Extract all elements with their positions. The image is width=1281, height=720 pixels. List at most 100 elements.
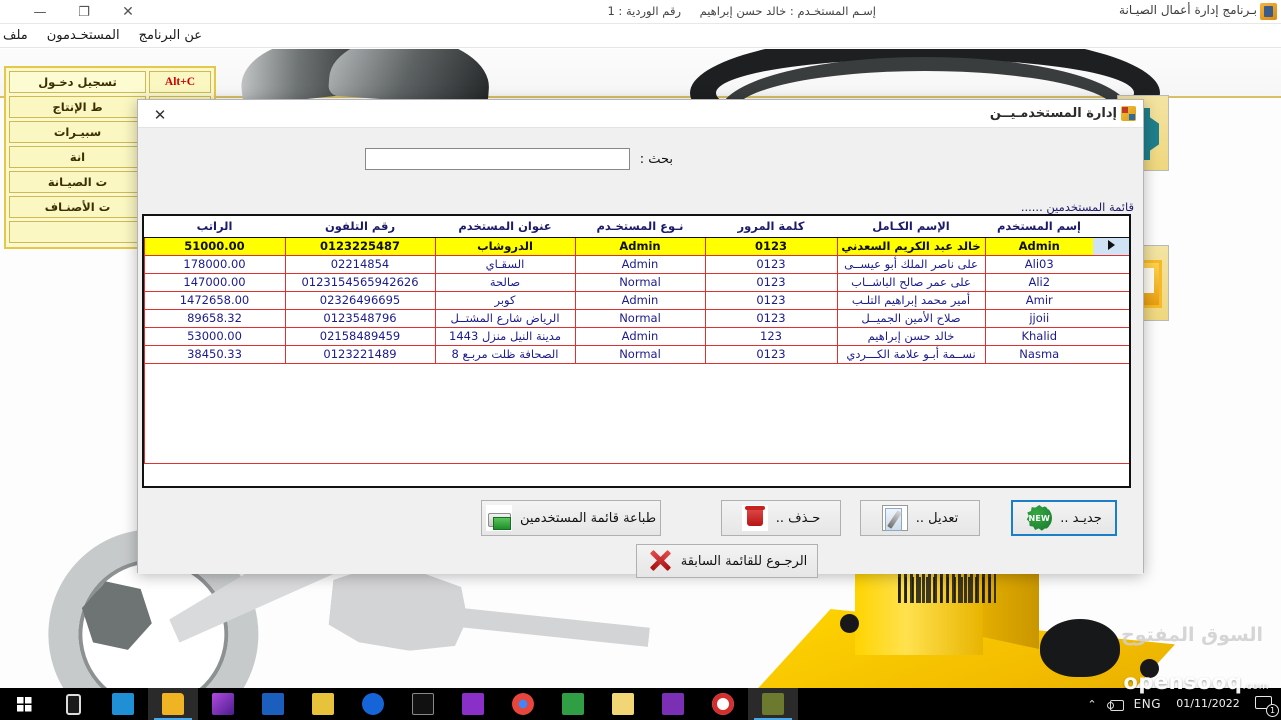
table-row[interactable]: Admin خالد عبد الكريم السعدني 0123 Admin… (144, 237, 1129, 256)
chrome-icon (512, 693, 534, 715)
show-hidden-icons-icon[interactable]: ⌃ (1087, 698, 1096, 711)
notepad-icon (612, 693, 634, 715)
cell-username: Ali2 (984, 273, 1093, 292)
taskbar-item-notepad[interactable] (598, 688, 648, 720)
taskbar-item-task-view[interactable] (48, 688, 98, 720)
taskbar-item-word[interactable] (248, 688, 298, 720)
cell-salary: 147000.00 (144, 273, 285, 292)
cell-username: jjoii (984, 309, 1093, 328)
cell-salary: 89658.32 (144, 309, 285, 328)
search-input[interactable] (364, 148, 630, 170)
row-selector-cell[interactable] (1093, 309, 1129, 328)
table-row[interactable]: Khalid خالد حسن إبراهيم 123 Admin مدينة … (144, 327, 1129, 346)
minimize-icon[interactable]: — (18, 0, 62, 24)
printer-icon (485, 505, 512, 531)
task-view-icon (65, 693, 81, 715)
row-selector-cell[interactable] (1093, 327, 1129, 346)
shortcut-label-maintenance: انة (9, 146, 146, 168)
dialog-titlebar: إدارة المستخدمـيــن ✕ (138, 100, 1143, 128)
notification-center-icon[interactable]: 1 (1255, 693, 1279, 717)
shortcut-row-login[interactable]: Alt+C تسجيل دخـول (9, 71, 211, 93)
shortcut-label-production: ط الإنتاج (9, 96, 146, 118)
clock[interactable]: 01/11/2022 (1171, 697, 1245, 711)
dialog-body: بحث : قائمة المستخدمين ...... إسم المستخ… (138, 128, 1143, 578)
recorder-icon (712, 693, 734, 715)
grid-header-selector (1093, 216, 1129, 238)
grid-header-username[interactable]: إسم المستخدم (985, 216, 1093, 238)
dialog-window-icon (1121, 106, 1136, 121)
close-icon[interactable]: ✕ (106, 0, 150, 24)
shortcut-label-reports (9, 221, 146, 243)
back-button[interactable]: الرجـوع للقائمة السابقة (636, 544, 818, 578)
grid-header-salary[interactable]: الراتب (144, 216, 285, 238)
grid-header-usertype[interactable]: نـوع المستخـدم (575, 216, 705, 238)
menu-item-file[interactable]: ملف (0, 26, 31, 45)
taskbar-item-visual-studio[interactable] (448, 688, 498, 720)
taskbar-item-chrome[interactable] (498, 688, 548, 720)
shortcut-label-items: ت الأصنـاف (9, 196, 146, 218)
table-row[interactable]: Nasma نســمة أبـو علامة الكـــردي 0123 N… (144, 345, 1129, 364)
cell-username: Nasma (984, 345, 1093, 364)
trash-icon (741, 505, 768, 531)
cell-fullname: خالد حسن إبراهيم (836, 327, 985, 346)
new-user-button[interactable]: NEW جديـد .. (1011, 500, 1117, 536)
network-icon[interactable] (1106, 698, 1124, 711)
cell-password: 123 (704, 327, 837, 346)
users-grid[interactable]: إسم المستخدم الإسم الكـامل كلمة المرور ن… (142, 214, 1131, 488)
cell-salary: 53000.00 (144, 327, 285, 346)
cell-usertype: Admin (574, 237, 705, 256)
cell-fullname: خالد عبد الكريم السعدني (836, 237, 985, 256)
grid-header-password[interactable]: كلمة المرور (705, 216, 837, 238)
cell-usertype: Admin (574, 255, 705, 274)
table-row[interactable]: Ali2 على عمر صالح الباشــاب 0123 Normal … (144, 273, 1129, 292)
table-row[interactable]: Amir أمير محمد إبراهيم التلـب 0123 Admin… (144, 291, 1129, 310)
table-row[interactable]: Ali03 على ناصر الملك أبو عيســى 0123 Adm… (144, 255, 1129, 274)
shortcut-label-maintenance-ops: ت الصيـانة (9, 171, 146, 193)
start-button[interactable] (0, 688, 48, 720)
cell-username: Khalid (984, 327, 1093, 346)
new-user-button-label: جديـد .. (1060, 510, 1102, 526)
photo-viewer-icon (562, 693, 584, 715)
grid-header-address[interactable]: عنوان المستخدم (435, 216, 575, 238)
search-row: بحث : (364, 148, 673, 170)
taskbar-item-file-explorer[interactable] (148, 688, 198, 720)
cell-password: 0123 (704, 309, 837, 328)
row-selector-cell[interactable] (1093, 291, 1129, 310)
taskbar-item-photo-viewer[interactable] (548, 688, 598, 720)
edit-user-button[interactable]: تعديل .. (860, 500, 980, 536)
restore-icon[interactable]: ❐ (62, 0, 106, 24)
dialog-close-icon[interactable]: ✕ (146, 104, 174, 126)
grid-header-fullname[interactable]: الإسم الكـامل (837, 216, 985, 238)
taskbar-item-recorder[interactable] (698, 688, 748, 720)
taskbar-item-snipping-tool[interactable] (298, 688, 348, 720)
back-button-label: الرجـوع للقائمة السابقة (680, 553, 808, 569)
taskbar-item-terminal[interactable] (398, 688, 448, 720)
row-selector-cell[interactable] (1093, 345, 1129, 364)
cell-usertype: Admin (574, 291, 705, 310)
cell-password: 0123 (704, 273, 837, 292)
row-selector-cell[interactable] (1093, 237, 1129, 256)
delete-user-button[interactable]: حـذف .. (721, 500, 841, 536)
cell-fullname: على عمر صالح الباشــاب (836, 273, 985, 292)
terminal-icon (412, 693, 434, 715)
print-users-button[interactable]: طباعة قائمة المستخدمين (481, 500, 661, 536)
row-selector-cell[interactable] (1093, 273, 1129, 292)
menu-item-users[interactable]: المستخـدمون (44, 26, 123, 45)
taskbar-item-media-player[interactable] (198, 688, 248, 720)
grid-header-phone[interactable]: رقم التلفون (285, 216, 435, 238)
taskbar-item-maintenance-app[interactable] (748, 688, 798, 720)
grid-caption: قائمة المستخدمين ...... (1020, 200, 1134, 214)
base-bolt-1 (840, 614, 859, 633)
language-indicator[interactable]: ENG (1134, 697, 1161, 711)
menu-item-about[interactable]: عن البرنامج (136, 26, 205, 45)
table-row[interactable]: jjoii صلاح الأمين الجميــل 0123 Normal ا… (144, 309, 1129, 328)
shortcut-label-spares: سبيـرات (9, 121, 146, 143)
taskbar-item-store[interactable] (98, 688, 148, 720)
cell-fullname: أمير محمد إبراهيم التلـب (836, 291, 985, 310)
cell-salary: 38450.33 (144, 345, 285, 364)
word-icon (262, 693, 284, 715)
row-selector-cell[interactable] (1093, 255, 1129, 274)
taskbar-item-video-player[interactable] (348, 688, 398, 720)
taskbar-item-onenote[interactable] (648, 688, 698, 720)
cell-usertype: Admin (574, 327, 705, 346)
